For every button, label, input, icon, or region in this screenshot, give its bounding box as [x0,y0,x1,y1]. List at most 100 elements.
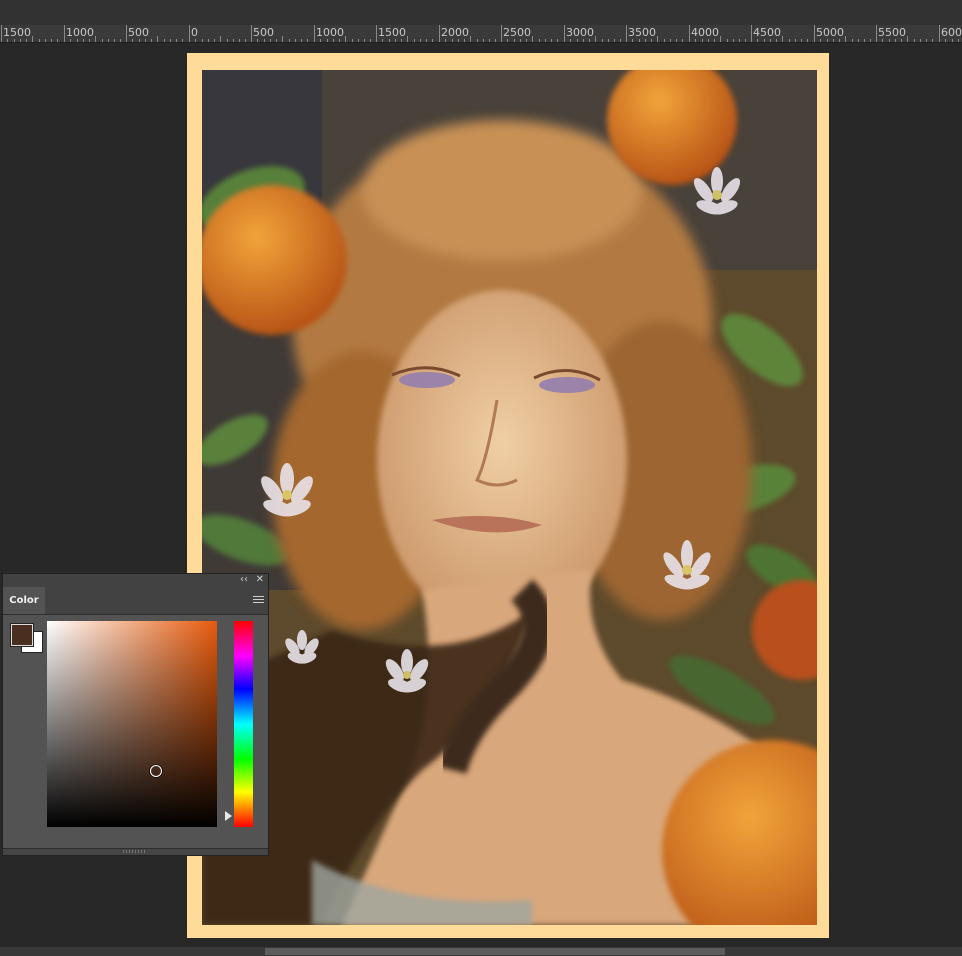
ruler-label: 1000 [316,26,344,39]
ruler-minor-tick [151,39,152,42]
ruler-label: 4500 [753,26,781,39]
top-bar [0,0,962,25]
ruler-minor-tick [395,39,396,42]
ruler-minor-tick [557,39,558,42]
ruler-major-tick [314,25,315,42]
ruler-minor-tick [370,39,371,42]
ruler-minor-tick [507,39,508,42]
ruler-label: 1500 [3,26,31,39]
ruler-minor-tick [182,39,183,42]
ruler-minor-tick [795,39,796,42]
horizontal-scrollbar-thumb[interactable] [265,948,725,955]
hue-slider-marker-icon[interactable] [225,811,232,821]
painting-artwork[interactable] [202,70,817,925]
ruler-major-tick [564,25,565,42]
ruler-label: 4000 [691,26,719,39]
ruler-minor-tick [176,39,177,42]
ruler-minor-tick [820,39,821,42]
ruler-major-tick [251,25,252,42]
ruler-minor-tick [670,39,671,42]
ruler-minor-tick [45,39,46,42]
ruler-minor-tick [889,39,890,42]
ruler-major-tick [189,25,190,42]
panel-resize-footer[interactable] [3,848,268,855]
ruler-major-tick [1,25,2,42]
resize-grip-icon[interactable] [123,850,147,853]
ruler-minor-tick [632,39,633,42]
ruler-minor-tick [895,39,896,42]
ruler-minor-tick [589,39,590,42]
ruler-minor-tick [920,39,921,42]
ruler-minor-tick [702,39,703,42]
ruler-minor-tick [839,39,840,42]
ruler-major-tick [64,25,65,42]
ruler-minor-tick [770,39,771,42]
close-panel-icon[interactable]: ✕ [256,574,264,586]
ruler-minor-tick [733,39,734,42]
ruler-minor-tick [495,39,496,42]
ruler-minor-tick [520,39,521,42]
ruler-minor-tick [345,36,346,42]
ruler-minor-tick [327,39,328,42]
hue-slider[interactable] [234,621,253,827]
ruler-minor-tick [789,39,790,42]
panel-menu-icon[interactable] [253,596,264,605]
ruler-minor-tick [639,39,640,42]
panel-tab-row: Color [3,587,268,615]
ruler-minor-tick [864,39,865,42]
ruler-minor-tick [420,39,421,42]
painting-image [202,70,817,925]
ruler-minor-tick [358,39,359,42]
ruler-minor-tick [364,39,365,42]
ruler-major-tick [376,25,377,42]
ruler-minor-tick [714,39,715,42]
saturation-brightness-field[interactable] [47,621,217,827]
ruler-minor-tick [708,39,709,42]
ruler-minor-tick [414,39,415,42]
color-picker-cursor[interactable] [150,765,162,777]
ruler-minor-tick [220,36,221,42]
ruler-major-tick [876,25,877,42]
panel-header[interactable]: ‹‹ ✕ [3,574,268,587]
ruler-minor-tick [339,39,340,42]
ruler-minor-tick [14,39,15,42]
ruler-label: 5000 [816,26,844,39]
ruler-minor-tick [595,36,596,42]
ruler-minor-tick [95,36,96,42]
ruler-minor-tick [57,39,58,42]
ruler-minor-tick [7,39,8,42]
ruler-minor-tick [26,39,27,42]
ruler-minor-tick [577,39,578,42]
ruler-minor-tick [389,39,390,42]
ruler-minor-tick [901,39,902,42]
document-canvas[interactable] [187,53,829,938]
ruler-minor-tick [602,39,603,42]
ruler-minor-tick [132,39,133,42]
collapse-panel-icon[interactable]: ‹‹ [240,574,248,586]
ruler-minor-tick [301,39,302,42]
ruler-minor-tick [32,36,33,42]
horizontal-scrollbar[interactable] [0,947,962,956]
ruler-minor-tick [432,39,433,42]
ruler-minor-tick [352,39,353,42]
ruler-minor-tick [83,39,84,42]
ruler-minor-tick [208,39,209,42]
ruler-major-tick [626,25,627,42]
ruler-minor-tick [445,39,446,42]
horizontal-ruler[interactable]: 1500 1000 500 0 500 1000 1500 2000 2500 3000 3500 4… [0,25,962,43]
color-panel[interactable]: ‹‹ ✕ Color [2,573,269,856]
ruler-minor-tick [307,39,308,42]
foreground-color-swatch[interactable] [10,623,34,647]
ruler-minor-tick [195,39,196,42]
ruler-minor-tick [114,39,115,42]
ruler-minor-tick [945,39,946,42]
ruler-minor-tick [645,39,646,42]
tab-color[interactable]: Color [3,587,45,614]
ruler-minor-tick [77,39,78,42]
ruler-minor-tick [70,39,71,42]
ruler-major-tick [439,25,440,42]
ruler-minor-tick [477,39,478,42]
ruler-minor-tick [870,39,871,42]
ruler-minor-tick [914,39,915,42]
ruler-minor-tick [764,39,765,42]
